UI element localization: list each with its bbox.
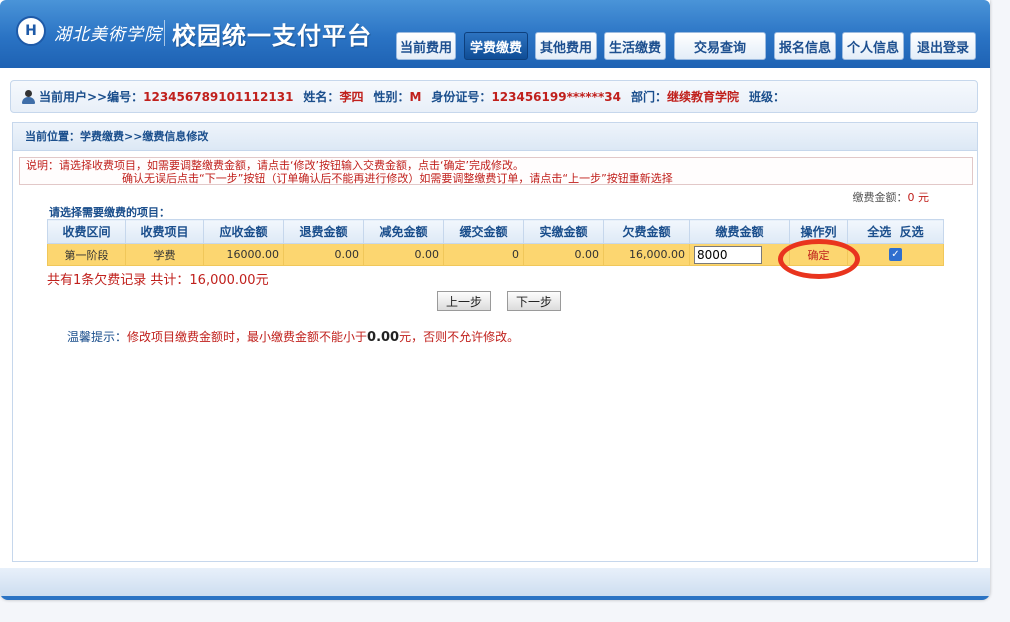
- user-id: 123456789101112131: [143, 89, 294, 104]
- cell-deferred: 0: [443, 243, 524, 266]
- app-window: H 湖北美術学院 校园统一支付平台 当前费用 学费缴费 其他费用 生活缴费 交易…: [0, 0, 990, 600]
- invert-select-link[interactable]: 反选: [900, 225, 924, 239]
- nav-current-fees[interactable]: 当前费用: [396, 32, 456, 60]
- row-checkbox[interactable]: ✓: [889, 248, 902, 262]
- payment-total: 缴费金额：0 元: [853, 189, 930, 205]
- cell-select: ✓: [847, 243, 944, 266]
- arrears-summary: 共有1条欠费记录 共计：16,000.00元: [47, 273, 269, 288]
- col-reduction: 减免金额: [363, 219, 444, 244]
- col-due: 应收金额: [203, 219, 284, 244]
- tip-text-before: 修改项目缴费金额时，最小缴费金额不能小于: [127, 330, 368, 344]
- choose-items-label: 请选择需要缴费的项目：: [49, 206, 170, 219]
- main-content: 当前位置：学费缴费>>缴费信息修改 说明：请选择收费项目，如需要调整缴费金额，请…: [12, 122, 978, 562]
- tip-label: 温馨提示：: [67, 330, 128, 344]
- nav-personal-info[interactable]: 个人信息: [842, 32, 904, 60]
- user-icon: [21, 89, 35, 104]
- tip-amount: 0.00: [367, 330, 400, 345]
- col-refund: 退费金额: [283, 219, 364, 244]
- header: H 湖北美術学院 校园统一支付平台 当前费用 学费缴费 其他费用 生活缴费 交易…: [0, 0, 990, 68]
- user-info-bar: 当前用户>>编号： 123456789101112131 姓名： 李四 性别： …: [10, 80, 978, 113]
- payment-total-value: 0 元: [907, 191, 930, 204]
- prev-step-button[interactable]: 上一步: [437, 291, 491, 311]
- nav-transaction-query[interactable]: 交易查询: [674, 32, 766, 60]
- cell-due: 16000.00: [203, 243, 284, 266]
- tip-text-after: 元，否则不允许修改。: [399, 330, 520, 344]
- school-name: 湖北美術学院: [54, 25, 162, 45]
- nav-living-fees[interactable]: 生活缴费: [604, 32, 666, 60]
- cell-interval: 第一阶段: [47, 243, 126, 266]
- user-dept-label: 部门：: [630, 90, 667, 104]
- annotation-circle: [778, 239, 860, 279]
- nav-logout[interactable]: 退出登录: [910, 32, 976, 60]
- col-item: 收费项目: [125, 219, 204, 244]
- next-step-button[interactable]: 下一步: [507, 291, 561, 311]
- header-divider: [164, 20, 165, 46]
- school-logo-icon: H: [16, 16, 46, 46]
- instructions-line-2: 确认无误后点击“下一步”按钮（订单确认后不能再进行修改）如需要调整缴费订单，请点…: [122, 172, 673, 185]
- payment-amount-input[interactable]: [694, 245, 762, 264]
- footer-line: [0, 596, 990, 600]
- breadcrumb: 当前位置：学费缴费>>缴费信息修改: [13, 123, 977, 151]
- col-payment: 缴费金额: [689, 219, 790, 244]
- col-interval: 收费区间: [47, 219, 126, 244]
- cell-paid: 0.00: [523, 243, 604, 266]
- cell-item: 学费: [125, 243, 204, 266]
- nav-registration-info[interactable]: 报名信息: [774, 32, 836, 60]
- user-name-label: 姓名：: [303, 90, 340, 104]
- user-gender: M: [409, 89, 422, 104]
- instructions-line-1: 说明：请选择收费项目，如需要调整缴费金额，请点击‘修改’按钮输入交费金额，点击‘…: [26, 159, 524, 172]
- user-gender-label: 性别：: [373, 90, 410, 104]
- col-select: 全选 反选: [847, 219, 944, 244]
- cell-payment: [689, 243, 790, 266]
- user-name: 李四: [339, 90, 364, 104]
- col-deferred: 缓交金额: [443, 219, 524, 244]
- instructions-note: 说明：请选择收费项目，如需要调整缴费金额，请点击‘修改’按钮输入交费金额，点击‘…: [19, 157, 973, 185]
- user-idcard-label: 身份证号：: [431, 90, 492, 104]
- col-paid: 实缴金额: [523, 219, 604, 244]
- nav-other-fees[interactable]: 其他费用: [535, 32, 597, 60]
- warm-tip: 温馨提示：修改项目缴费金额时，最小缴费金额不能小于0.00元，否则不允许修改。: [67, 328, 519, 345]
- user-idcard: 123456199******34: [491, 89, 621, 104]
- cell-owed: 16,000.00: [603, 243, 690, 266]
- user-dept: 继续教育学院: [666, 90, 739, 104]
- user-class-label: 班级：: [748, 90, 785, 104]
- cell-refund: 0.00: [283, 243, 364, 266]
- payment-total-label: 缴费金额：: [852, 191, 908, 204]
- nav-tuition[interactable]: 学费缴费: [464, 32, 528, 60]
- col-owed: 欠费金额: [603, 219, 690, 244]
- user-id-label: 当前用户>>编号：: [39, 90, 144, 104]
- platform-title: 校园统一支付平台: [172, 22, 372, 50]
- select-all-link[interactable]: 全选: [867, 225, 891, 239]
- cell-reduction: 0.00: [363, 243, 444, 266]
